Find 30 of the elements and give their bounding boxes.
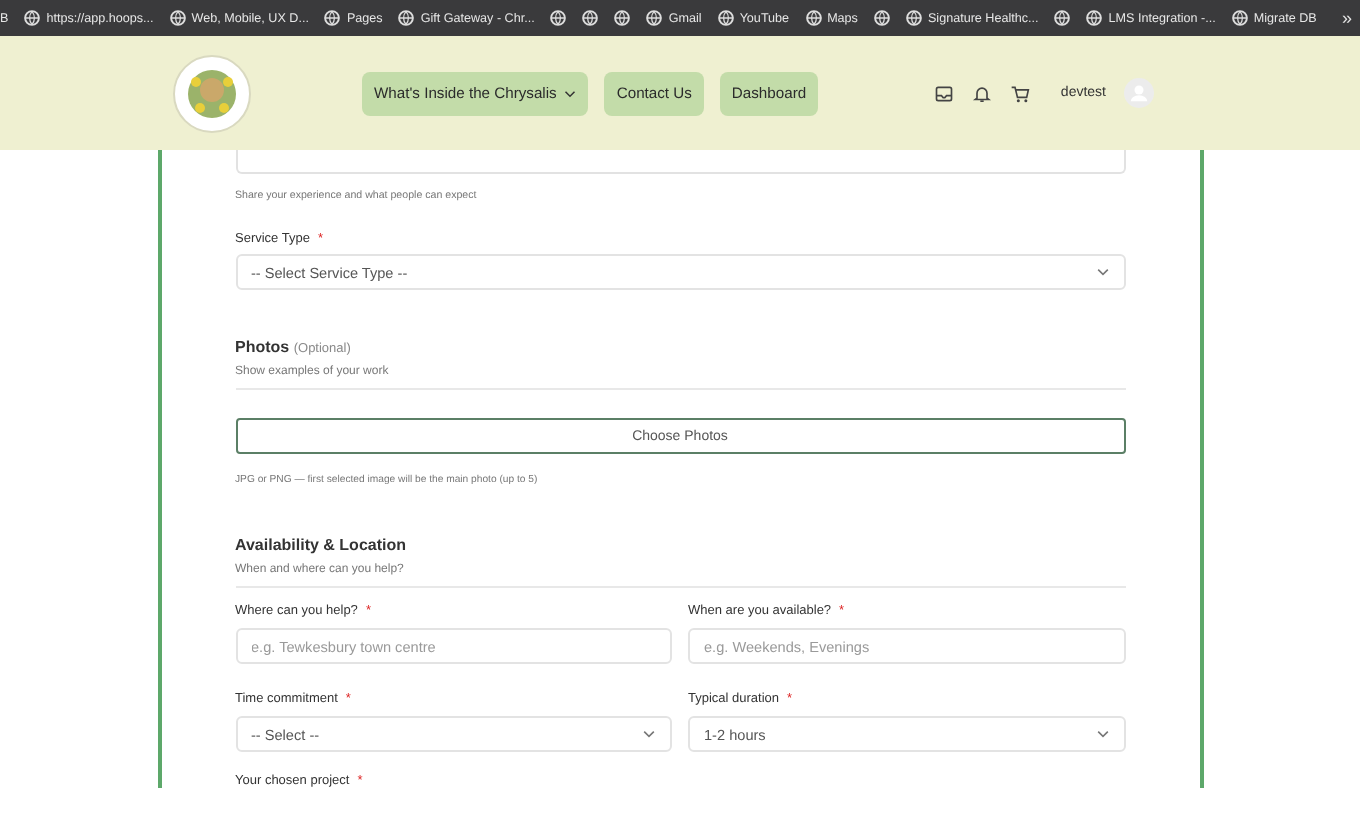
globe-icon [1086, 10, 1103, 26]
bell-icon[interactable] [972, 83, 993, 103]
section-title: Availability & Location [235, 536, 406, 554]
globe-icon [1231, 10, 1248, 26]
chevron-down-icon [1095, 730, 1109, 738]
chevron-down-icon [642, 730, 656, 738]
bookmark[interactable] [582, 10, 599, 26]
bookmark[interactable] [1054, 10, 1071, 26]
chevron-down-icon [1095, 268, 1109, 276]
bookmark[interactable] [550, 10, 567, 26]
caret-icon [564, 89, 577, 97]
inbox-icon[interactable] [934, 83, 955, 103]
more-bookmarks-button[interactable]: » [1341, 8, 1352, 28]
bookmark[interactable] [614, 10, 631, 26]
globe-icon [805, 10, 822, 26]
globe-icon [550, 10, 567, 26]
globe-icon [905, 10, 922, 26]
globe-icon [614, 10, 631, 26]
globe-icon [324, 10, 341, 26]
globe-icon [398, 10, 415, 26]
globe-icon [717, 10, 734, 26]
section-title: Photos [235, 338, 290, 356]
globe-icon [646, 10, 663, 26]
globe-icon [169, 10, 186, 26]
globe-icon [1054, 10, 1071, 26]
globe-icon [24, 10, 41, 26]
globe-icon [873, 10, 890, 26]
bookmark[interactable] [873, 10, 890, 26]
globe-icon [582, 10, 599, 26]
cart-icon[interactable] [1010, 83, 1031, 103]
